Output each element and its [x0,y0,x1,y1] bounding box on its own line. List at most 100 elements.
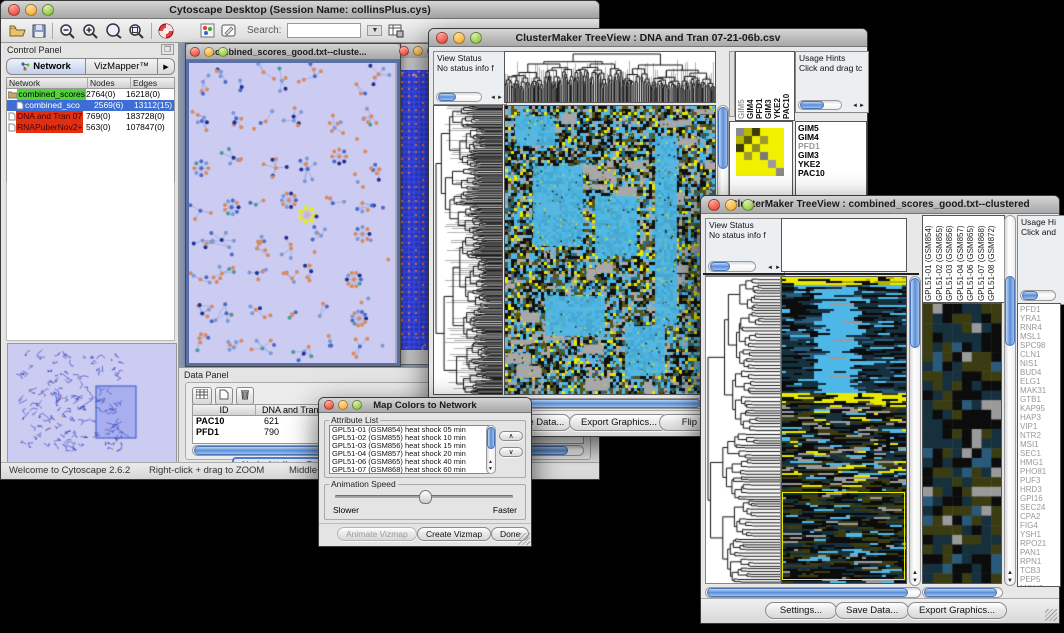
gene-label[interactable]: MSL1 [1020,332,1060,341]
scroll-down-arrow[interactable]: ▼ [488,466,493,472]
tab-network[interactable]: Network [6,58,86,75]
scroll-up-arrow[interactable]: ▲ [912,570,918,576]
scroll-down-arrow[interactable]: ▼ [912,578,918,584]
speed-slider-thumb[interactable] [419,490,432,504]
col-edges[interactable]: Edges [131,78,174,88]
main-titlebar[interactable]: Cytoscape Desktop (Session Name: collins… [1,1,599,19]
column-label[interactable]: GIM3 [764,57,773,119]
annotation-icon[interactable] [221,23,237,38]
scroll-up-arrow[interactable]: ▲ [488,459,493,465]
minimize-button[interactable] [453,32,465,44]
column-label[interactable]: GPL51-07 (GSM868) [977,220,988,301]
scroll-left-arrow[interactable]: ◄ [852,103,858,109]
move-down-button[interactable]: ∨ [499,447,523,457]
network-canvas[interactable] [189,63,395,363]
save-disk-icon[interactable] [32,24,46,38]
gene-label[interactable]: MSI1 [1020,440,1060,449]
column-dendrogram-area[interactable] [781,218,907,272]
zoom-selected-icon[interactable] [128,23,145,39]
heatmap-selection-box[interactable] [782,492,905,580]
gene-label[interactable]: FIG4 [1020,521,1060,530]
scroll-left-arrow[interactable]: ◄ [490,95,496,101]
gene-label[interactable]: SPC98 [1020,341,1060,350]
column-label[interactable]: GIM5 [737,57,746,119]
gene-label[interactable]: SEC24 [1020,503,1060,512]
column-label[interactable]: PFD1 [755,57,764,119]
zoom-button[interactable] [470,32,482,44]
tab-vizmapper[interactable]: VizMapper™ [86,58,158,75]
minimize-button[interactable] [413,46,423,56]
save-data-button[interactable]: Save Data... [835,602,909,619]
minimize-button[interactable] [204,47,214,57]
column-label[interactable]: GPL51-04 (GSM857) [956,220,967,301]
network-window-titlebar[interactable]: combined_scores_good.txt--cluste... [186,44,400,60]
table-row[interactable]: RNAPuberNov2+ 563(0) 107847(0) [7,122,174,133]
heatmap-vscrollbar[interactable]: ▲ ▼ [909,276,921,586]
gene-label[interactable]: MAK31 [1020,386,1060,395]
gene-label[interactable]: RNR4 [1020,323,1060,332]
export-graphics-button[interactable]: Export Graphics... [569,414,669,431]
row-label[interactable]: PAC10 [798,169,864,178]
scroll-down-arrow[interactable]: ▼ [1007,578,1013,584]
table-row[interactable]: combined_scores 2764(0) 16218(0) [7,89,174,100]
close-button[interactable] [436,32,448,44]
bottom-hscrollbar[interactable] [705,587,921,598]
close-button[interactable] [708,199,720,211]
column-label[interactable]: GPL51-08 (GSM872) [987,220,998,301]
zoom-vscrollbar[interactable]: ▲ ▼ [1004,215,1016,586]
zoom-in-icon[interactable] [82,23,99,39]
gene-label[interactable]: YSH1 [1020,530,1060,539]
column-label[interactable]: GPL51-01 (GSM854) [924,220,935,301]
resize-grip[interactable] [1045,609,1057,621]
zoom-button[interactable] [742,199,754,211]
table-row[interactable]: DNA and Tran 07 769(0) 183728(0) [7,111,174,122]
col-network[interactable]: Network [7,78,88,88]
scroll-up-arrow[interactable]: ▲ [1007,570,1013,576]
scroll-right-arrow[interactable]: ► [859,103,865,109]
help-lifesaver-icon[interactable] [158,23,174,39]
column-label[interactable]: YKE2 [773,57,782,119]
zoom-button[interactable] [218,47,228,57]
gene-label[interactable]: RPN1 [1020,557,1060,566]
zoom-hscrollbar[interactable] [922,587,1003,598]
settings-button[interactable]: Settings... [765,602,837,619]
scroll-left-arrow[interactable]: ◄ [767,265,773,271]
new-attribute-button[interactable] [215,387,233,405]
column-label[interactable]: GPL51-02 (GSM855) [935,220,946,301]
treeview2-titlebar[interactable]: ClusterMaker TreeView : combined_scores_… [701,196,1059,214]
zoom-button[interactable] [42,4,54,16]
col-id[interactable]: ID [193,405,256,415]
column-label[interactable]: GPL51-03 (GSM856) [945,220,956,301]
gene-label[interactable]: PAN1 [1020,548,1060,557]
search-dropdown-arrow[interactable]: ▼ [367,25,382,36]
resize-grip[interactable] [518,533,530,545]
gene-label[interactable]: GTB1 [1020,395,1060,404]
col-nodes[interactable]: Nodes [88,78,131,88]
zoom-heatmap-canvas[interactable] [922,303,1002,584]
gene-label[interactable]: RPO21 [1020,539,1060,548]
gene-label[interactable]: PFD1 [1020,305,1060,314]
gene-label[interactable]: NTR2 [1020,431,1060,440]
move-up-button[interactable]: ∧ [499,431,523,441]
attribute-list-scrollbar[interactable]: ▲ ▼ [486,425,496,474]
gene-label[interactable]: PHO81 [1020,467,1060,476]
row-dendrogram-canvas[interactable] [433,105,503,395]
export-graphics-button[interactable]: Export Graphics... [907,602,1007,619]
search-input[interactable] [287,23,361,38]
gene-label[interactable]: VIP1 [1020,422,1060,431]
animate-vizmap-button[interactable]: Animate Vizmap [337,527,417,541]
minimize-button[interactable] [25,4,37,16]
attribute-list[interactable]: GPL51-01 (GSM854) heat shock 05 minGPL51… [329,425,489,474]
open-folder-icon[interactable] [9,24,26,38]
gene-label[interactable]: HAP3 [1020,413,1060,422]
column-label[interactable]: GIM4 [746,57,755,119]
usage-hints-scrollbar[interactable] [1020,290,1056,301]
tab-more-arrow[interactable]: ▶ [158,58,175,75]
table-row-selected[interactable]: combined_sco 2569(6) 13112(15) [7,100,174,111]
row-dendrogram-canvas[interactable] [705,276,781,584]
vizmapper-shortcut-icon[interactable] [200,23,215,38]
gene-label[interactable]: PEP5 [1020,575,1060,584]
scroll-right-arrow[interactable]: ► [497,95,503,101]
delete-attribute-button[interactable] [236,387,254,405]
gene-label[interactable]: KAP95 [1020,404,1060,413]
